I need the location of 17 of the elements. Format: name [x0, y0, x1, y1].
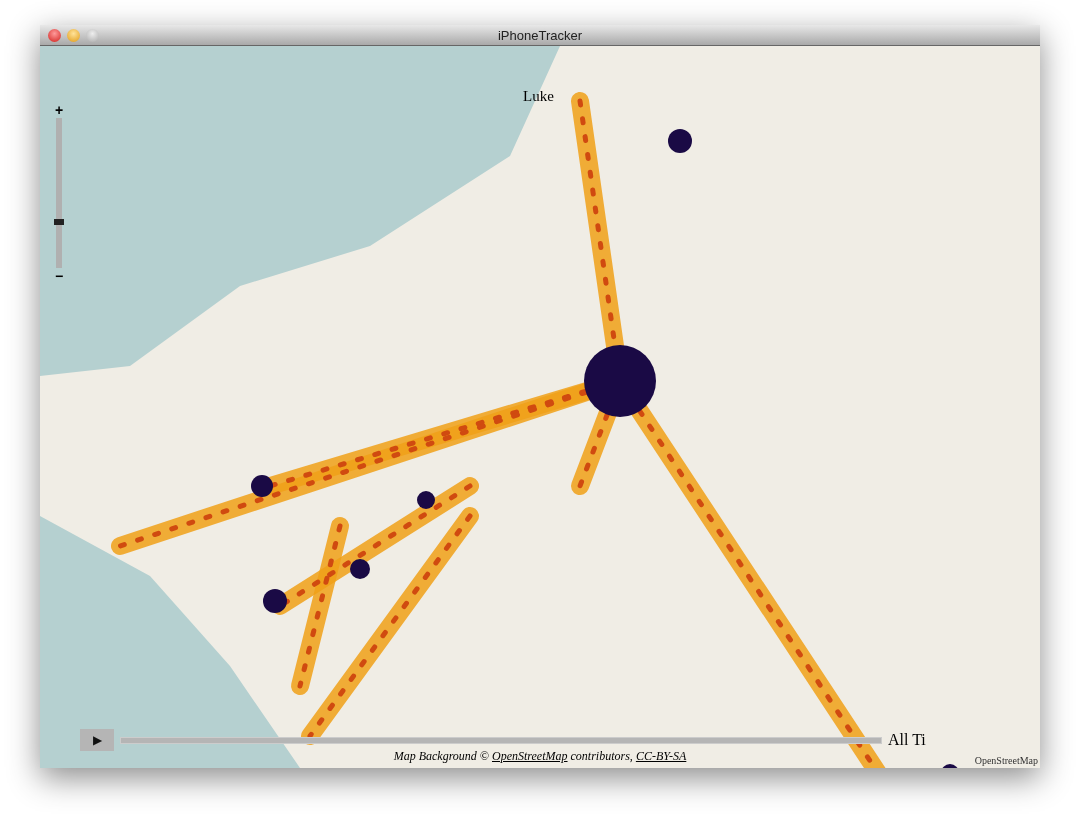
map-attribution: Map Background © OpenStreetMap contributors, CC-BY-SA [393, 749, 687, 764]
openstreetmap-link[interactable]: OpenStreetMap [492, 749, 568, 763]
close-button[interactable] [48, 28, 61, 42]
window-title: iPhoneTracker [497, 27, 583, 43]
time-range-label: All Ti [888, 731, 926, 749]
zoom-slider[interactable] [56, 118, 62, 268]
minimize-button[interactable] [67, 28, 80, 42]
zoom-out-button[interactable]: − [54, 270, 64, 282]
map-credit: OpenStreetMap [974, 755, 1038, 766]
map-placeholder[interactable]: + − Luke ▶ All Ti Map Background © OpenStreetMap contributors, CC-BY-SA OpenStreetMap [40, 46, 1040, 768]
play-button[interactable]: ▶ [80, 729, 114, 751]
timeline-slider[interactable] [121, 737, 881, 743]
track-label: Luke [523, 88, 554, 105]
license-link[interactable]: CC-BY-SA [635, 749, 687, 763]
zoom-in-button[interactable]: + [54, 104, 64, 116]
zoom-slider-thumb[interactable] [54, 218, 64, 225]
zoom-button[interactable] [86, 28, 99, 42]
